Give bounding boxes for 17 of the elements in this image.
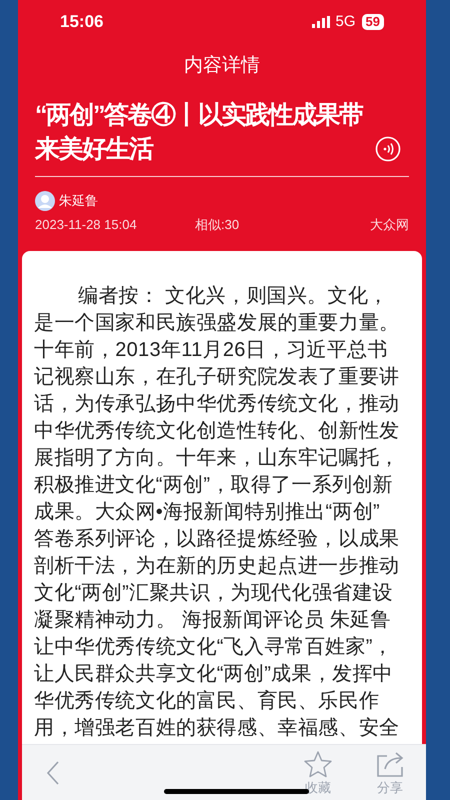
article-body: 编者按： 文化兴，则国兴。文化， 是一个国家和民族强盛发展的重要力量。 十年前，2013年11月26日，习近平总书 记视察山东，在孔子研究院发表了重要讲 话，为传承弘扬中华优秀传统文化，推动 中华优秀传统文化创造性转化、创新性发 展指明了方向。十年来，山东牢记嘱托， 积极推进文化“两创”，取得了一系列创新 成果。大众网•海报新闻特别推出“两创” 答卷系列评论，以路径提炼经验，以成果 剖析干法，为在新的历史起点进一步推动 文化“两创”汇聚共识，为现代化强省建设 凝聚精神动力。 海报新闻评论员 朱延鲁 让中华优秀传统文化“飞入寻常百姓家”， 让人民群众共享文化“两创”成果，发挥中 华优秀传统文化的富民、育民、乐民作 用，增强老百姓的获得感、幸福感、安全 — [34, 284, 400, 740]
signal-icon — [312, 16, 330, 28]
share-button[interactable]: 分享 — [364, 750, 416, 796]
page-title: 内容详情 — [184, 54, 260, 78]
similar-count: 相似:30 — [195, 216, 240, 234]
source-label: 大众网 — [370, 216, 409, 234]
publish-date: 2023-11-28 15:04 — [35, 216, 138, 234]
star-icon — [303, 750, 333, 778]
network-label: 5G — [336, 12, 356, 32]
share-icon — [375, 750, 405, 778]
favorite-button[interactable]: 收藏 — [292, 750, 344, 796]
audio-icon[interactable] — [375, 136, 401, 162]
avatar-icon — [35, 191, 55, 211]
battery-icon: 59 — [362, 14, 384, 30]
status-time: 15:06 — [60, 11, 104, 34]
article-title: “两创”答卷④丨以实践性成果带来美好生活 — [35, 100, 364, 165]
author-name: 朱延鲁 — [59, 192, 98, 210]
